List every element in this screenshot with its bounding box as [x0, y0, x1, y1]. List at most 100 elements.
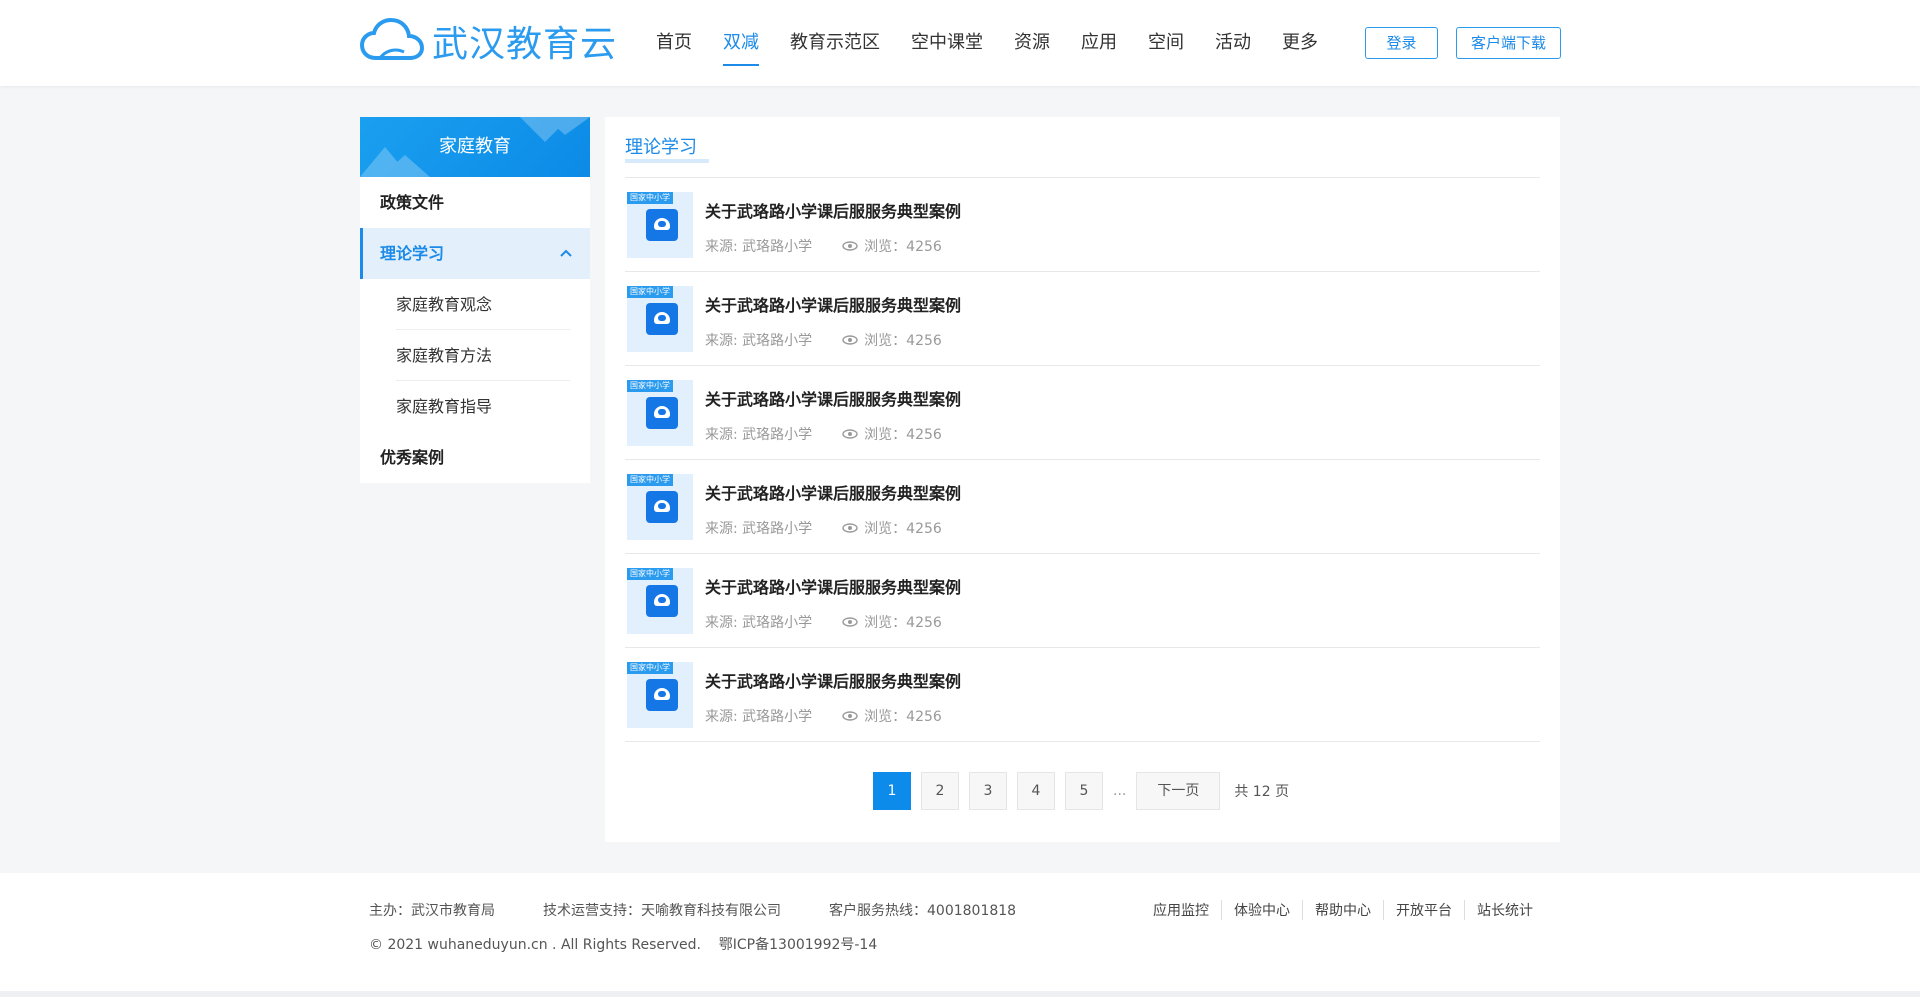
top-header: 武汉教育云 首页 双减 教育示范区 空中课堂 资源 应用 空间 活动 更多 登录… [0, 0, 1920, 86]
footer-link-experience[interactable]: 体验中心 [1221, 900, 1302, 920]
list-item[interactable]: 国家中小学 关于武珞路小学课后服服务典型案例 来源: 武珞路小学 浏览：4256 [625, 272, 1540, 366]
thumbnail-tag: 国家中小学 [627, 380, 673, 392]
item-views: 浏览：4256 [842, 706, 942, 726]
eye-icon [842, 241, 858, 251]
item-title[interactable]: 关于武珞路小学课后服服务典型案例 [705, 198, 961, 222]
footer: 主办：武汉市教育局 技术运营支持：天喻教育科技有限公司 客户服务热线：40018… [0, 873, 1920, 991]
page-ellipsis: ... [1113, 783, 1127, 799]
item-source: 来源: 武珞路小学 [705, 333, 813, 349]
cloud-app-icon [646, 585, 678, 617]
thumbnail-tag: 国家中小学 [627, 568, 673, 580]
sidebar-subitem-guidance[interactable]: 家庭教育指导 [396, 381, 570, 432]
footer-hotline: 客户服务热线：4001801818 [829, 903, 1017, 919]
page-button-5[interactable]: 5 [1065, 772, 1103, 810]
item-title[interactable]: 关于武珞路小学课后服服务典型案例 [705, 574, 961, 598]
eye-icon [842, 523, 858, 533]
thumbnail-tag: 国家中小学 [627, 474, 673, 486]
item-views: 浏览：4256 [842, 518, 942, 538]
item-source: 来源: 武珞路小学 [705, 615, 813, 631]
footer-link-open-platform[interactable]: 开放平台 [1383, 900, 1464, 920]
page-button-3[interactable]: 3 [969, 772, 1007, 810]
eye-icon [842, 711, 858, 721]
nav-item-demo-zone[interactable]: 教育示范区 [790, 0, 880, 86]
sidebar: 家庭教育 政策文件 理论学习 家庭教育观念 家庭教育方法 家庭教育指导 优秀案例 [360, 117, 590, 483]
eye-icon [842, 429, 858, 439]
thumbnail: 国家中小学 [627, 192, 693, 258]
list-item[interactable]: 国家中小学 关于武珞路小学课后服服务典型案例 来源: 武珞路小学 浏览：4256 [625, 460, 1540, 554]
footer-copyright: © 2021 wuhaneduyun.cn . All Rights Reser… [369, 937, 878, 953]
list-item[interactable]: 国家中小学 关于武珞路小学课后服服务典型案例 来源: 武珞路小学 浏览：4256 [625, 648, 1540, 742]
nav-item-activities[interactable]: 活动 [1215, 0, 1251, 86]
next-page-button[interactable]: 下一页 [1136, 772, 1221, 810]
item-source: 来源: 武珞路小学 [705, 521, 813, 537]
item-views-text: 浏览：4256 [864, 709, 942, 725]
page-button-1[interactable]: 1 [873, 772, 911, 810]
eye-icon [842, 617, 858, 627]
sidebar-title-text: 家庭教育 [439, 136, 511, 157]
item-title[interactable]: 关于武珞路小学课后服服务典型案例 [705, 386, 961, 410]
cloud-app-icon [646, 397, 678, 429]
thumbnail: 国家中小学 [627, 662, 693, 728]
bottom-strip [0, 991, 1920, 997]
site-logo[interactable]: 武汉教育云 [360, 18, 618, 65]
nav-item-apps[interactable]: 应用 [1081, 0, 1117, 86]
thumbnail: 国家中小学 [627, 568, 693, 634]
item-meta: 来源: 武珞路小学 浏览：4256 [705, 424, 942, 444]
nav-item-double-reduction[interactable]: 双减 [723, 0, 759, 86]
sidebar-item-cases[interactable]: 优秀案例 [360, 432, 590, 483]
site-name: 武汉教育云 [432, 24, 618, 65]
chevron-up-icon[interactable] [560, 228, 572, 279]
nav-item-resources[interactable]: 资源 [1014, 0, 1050, 86]
item-meta: 来源: 武珞路小学 浏览：4256 [705, 706, 942, 726]
item-views: 浏览：4256 [842, 236, 942, 256]
item-title[interactable]: 关于武珞路小学课后服服务典型案例 [705, 292, 961, 316]
item-title[interactable]: 关于武珞路小学课后服服务典型案例 [705, 480, 961, 504]
thumbnail: 国家中小学 [627, 286, 693, 352]
page-button-4[interactable]: 4 [1017, 772, 1055, 810]
list-item[interactable]: 国家中小学 关于武珞路小学课后服服务典型案例 来源: 武珞路小学 浏览：4256 [625, 366, 1540, 460]
item-source: 来源: 武珞路小学 [705, 709, 813, 725]
item-meta: 来源: 武珞路小学 浏览：4256 [705, 518, 942, 538]
nav-item-space[interactable]: 空间 [1148, 0, 1184, 86]
footer-link-stats[interactable]: 站长统计 [1464, 900, 1545, 920]
item-meta: 来源: 武珞路小学 浏览：4256 [705, 236, 942, 256]
item-views-text: 浏览：4256 [864, 239, 942, 255]
item-views-text: 浏览：4256 [864, 333, 942, 349]
main-nav: 首页 双减 教育示范区 空中课堂 资源 应用 空间 活动 更多 [656, 0, 1349, 86]
thumbnail: 国家中小学 [627, 474, 693, 540]
footer-support: 技术运营支持：天喻教育科技有限公司 [543, 903, 781, 919]
item-views: 浏览：4256 [842, 424, 942, 444]
nav-item-more[interactable]: 更多 [1282, 0, 1318, 86]
item-source: 来源: 武珞路小学 [705, 239, 813, 255]
footer-link-monitor[interactable]: 应用监控 [1141, 900, 1221, 920]
page-button-2[interactable]: 2 [921, 772, 959, 810]
item-views: 浏览：4256 [842, 330, 942, 350]
sidebar-item-policy[interactable]: 政策文件 [360, 177, 590, 228]
sidebar-title: 家庭教育 [360, 117, 590, 177]
nav-item-air-class[interactable]: 空中课堂 [911, 0, 983, 86]
footer-link-help[interactable]: 帮助中心 [1302, 900, 1383, 920]
item-source: 来源: 武珞路小学 [705, 427, 813, 443]
item-views-text: 浏览：4256 [864, 615, 942, 631]
nav-item-home[interactable]: 首页 [656, 0, 692, 86]
item-title[interactable]: 关于武珞路小学课后服服务典型案例 [705, 668, 961, 692]
list-item[interactable]: 国家中小学 关于武珞路小学课后服服务典型案例 来源: 武珞路小学 浏览：4256 [625, 178, 1540, 272]
item-views: 浏览：4256 [842, 612, 942, 632]
footer-host: 主办：武汉市教育局 [369, 903, 495, 919]
item-meta: 来源: 武珞路小学 浏览：4256 [705, 612, 942, 632]
sidebar-subitem-concept[interactable]: 家庭教育观念 [396, 279, 570, 330]
eye-icon [842, 335, 858, 345]
sidebar-item-theory[interactable]: 理论学习 [360, 228, 590, 279]
client-download-button[interactable]: 客户端下载 [1456, 27, 1561, 59]
footer-links: 应用监控 体验中心 帮助中心 开放平台 站长统计 [1141, 900, 1545, 920]
cloud-app-icon [646, 491, 678, 523]
pagination: 1 2 3 4 5 ... 下一页 共 12 页 [873, 772, 1289, 810]
list-item[interactable]: 国家中小学 关于武珞路小学课后服服务典型案例 来源: 武珞路小学 浏览：4256 [625, 554, 1540, 648]
article-list: 国家中小学 关于武珞路小学课后服服务典型案例 来源: 武珞路小学 浏览：4256… [625, 178, 1540, 742]
thumbnail-tag: 国家中小学 [627, 286, 673, 298]
page-title: 理论学习 [625, 137, 697, 158]
login-button[interactable]: 登录 [1365, 27, 1438, 59]
item-views-text: 浏览：4256 [864, 427, 942, 443]
sidebar-subitem-method[interactable]: 家庭教育方法 [396, 330, 570, 381]
footer-info: 主办：武汉市教育局 技术运营支持：天喻教育科技有限公司 客户服务热线：40018… [369, 900, 1064, 920]
